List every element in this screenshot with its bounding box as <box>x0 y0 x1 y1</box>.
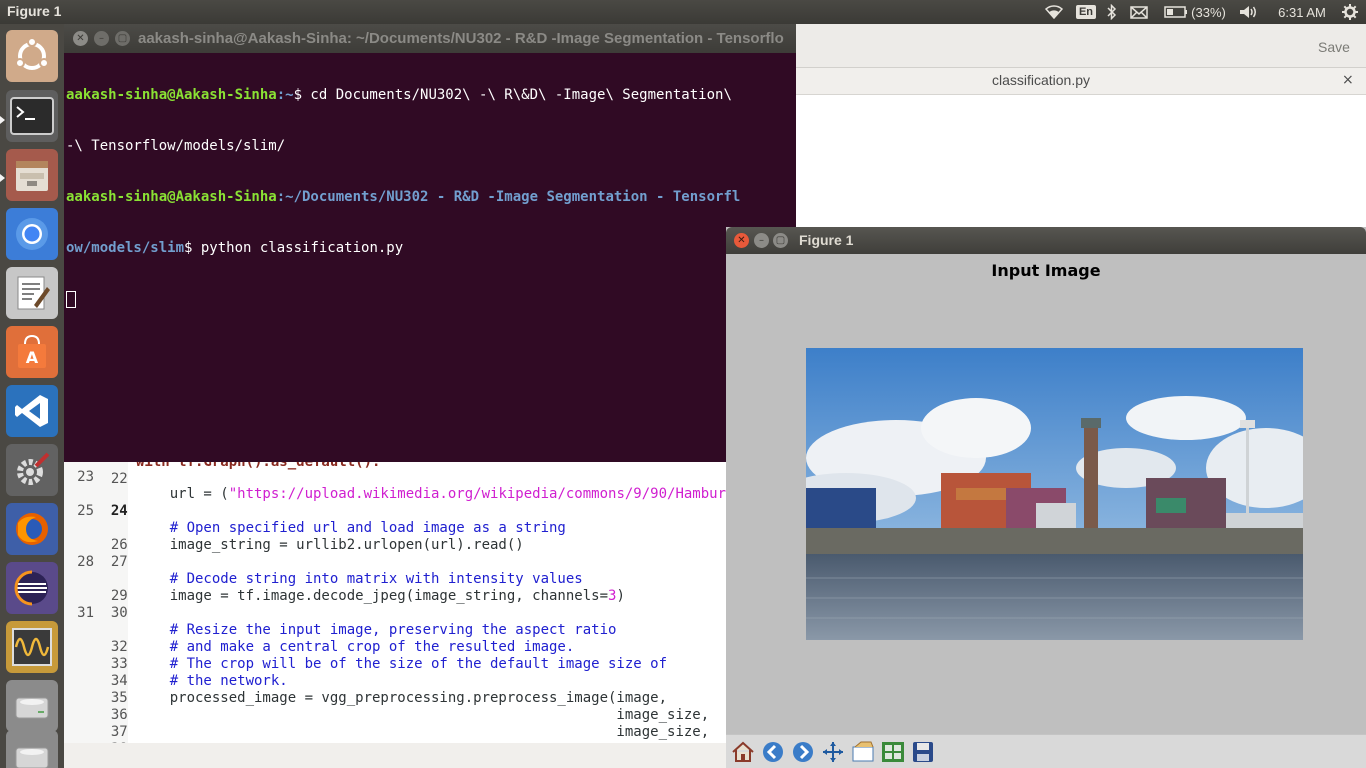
terminal-window[interactable]: ✕ – ▢ aakash-sinha@Aakash-Sinha: ~/Docum… <box>64 24 796 462</box>
code-line: 26 # Open specified url and load image a… <box>110 520 566 553</box>
code-comment: # Open specified url and load image as a… <box>136 520 566 536</box>
code-text: image_size, <box>136 724 710 740</box>
settings-icon[interactable] <box>6 444 58 496</box>
minimize-icon[interactable]: – <box>754 233 769 248</box>
terminal-cursor <box>66 291 76 308</box>
code-comment: # The crop will be of the size of the de… <box>136 656 668 672</box>
code-line: 38 image_size, <box>64 724 709 743</box>
running-indicator <box>0 174 5 182</box>
firefox-icon[interactable] <box>6 503 58 555</box>
code-line: 33 # and make a central crop of the resu… <box>110 639 575 672</box>
code-line: 37 image_size, <box>110 707 710 740</box>
terminal-title: aakash-sinha@Aakash-Sinha: ~/Documents/N… <box>138 30 784 47</box>
harbor-photo <box>806 348 1303 640</box>
terminal-prompt-line <box>66 291 794 308</box>
code-text: with tf.Graph().as_default(): <box>136 462 381 470</box>
editor-statusbar <box>64 743 726 768</box>
terminal-output[interactable]: aakash-sinha@Aakash-Sinha:~$ cd Document… <box>66 53 794 342</box>
keyboard-indicator[interactable]: En <box>1075 0 1097 24</box>
code-line: 25 <box>77 503 94 519</box>
launcher: A <box>0 24 64 768</box>
terminal-line: ow/models/slim$ python classification.py <box>66 240 404 256</box>
gear-icon[interactable] <box>1338 0 1362 24</box>
svg-text:A: A <box>26 348 39 367</box>
forward-icon[interactable] <box>789 739 817 765</box>
battery-icon <box>1164 6 1188 18</box>
tab-classification-py[interactable]: classification.py <box>796 72 1286 88</box>
software-center-icon[interactable]: A <box>6 326 58 378</box>
code-line: 36 processed_image = vgg_preprocessing.p… <box>110 690 668 723</box>
back-icon[interactable] <box>759 739 787 765</box>
bluetooth-icon[interactable] <box>1103 0 1121 24</box>
text-editor-icon[interactable] <box>6 267 58 319</box>
terminal-icon[interactable] <box>6 90 58 142</box>
code-line: 23 <box>77 469 94 485</box>
battery-percentage: (33%) <box>1191 4 1226 20</box>
home-icon[interactable] <box>729 739 757 765</box>
code-comment: # and make a central crop of the resulte… <box>136 639 575 655</box>
eclipse-icon[interactable] <box>6 562 58 614</box>
chromium-icon[interactable] <box>6 208 58 260</box>
running-indicator <box>0 116 5 124</box>
close-icon[interactable]: ✕ <box>734 233 749 248</box>
mail-icon[interactable] <box>1127 0 1151 24</box>
battery-indicator[interactable]: (33%) <box>1160 0 1230 24</box>
files-icon[interactable] <box>6 149 58 201</box>
code-editor[interactable]: 22 with tf.Graph().as_default(): 23 24 ur… <box>64 462 726 743</box>
code-line: 32 # Resize the input image, preserving … <box>110 622 617 655</box>
save-icon[interactable] <box>909 739 937 765</box>
code-line: 28 <box>77 554 94 570</box>
code-line: 35 # the network. <box>110 673 288 706</box>
close-icon[interactable]: ✕ <box>73 31 88 46</box>
code-text: image = tf.image.decode_jpeg(image_strin… <box>136 588 609 604</box>
ubuntu-icon[interactable] <box>6 30 58 82</box>
vscode-icon[interactable] <box>6 385 58 437</box>
code-line: 34 # The crop will be of the size of the… <box>110 656 668 689</box>
code-text: ) <box>616 588 625 604</box>
terminal-line: aakash-sinha@Aakash-Sinha:~/Documents/NU… <box>66 189 741 205</box>
figure-window[interactable]: ✕ – ▢ Figure 1 Input Image <box>726 227 1366 768</box>
volume-icon[interactable] <box>1237 0 1261 24</box>
code-line: 31 <box>77 605 94 621</box>
drive-icon-2[interactable] <box>6 730 58 768</box>
terminal-titlebar[interactable]: ✕ – ▢ aakash-sinha@Aakash-Sinha: ~/Docum… <box>64 24 796 53</box>
code-comment: # the network. <box>136 673 288 689</box>
code-comment: # Resize the input image, preserving the… <box>136 622 617 638</box>
code-text: image_size, <box>136 707 710 723</box>
system-monitor-icon[interactable] <box>6 621 58 673</box>
figure-title: Figure 1 <box>799 232 854 248</box>
wifi-icon[interactable] <box>1042 0 1066 24</box>
code-line: 27 image_string = urllib2.urlopen(url).r… <box>110 537 524 570</box>
keyboard-layout-badge: En <box>1075 5 1097 19</box>
code-string: "https://upload.wikimedia.org/wikipedia/… <box>228 486 726 502</box>
figure-toolbar <box>726 734 1366 768</box>
maximize-icon[interactable]: ▢ <box>115 31 130 46</box>
subplots-icon[interactable] <box>879 739 907 765</box>
editor-headerbar <box>796 24 1366 68</box>
save-button[interactable]: Save <box>1305 34 1363 60</box>
figure-titlebar[interactable]: ✕ – ▢ Figure 1 <box>726 227 1366 254</box>
zoom-icon[interactable] <box>849 739 877 765</box>
clock[interactable]: 6:31 AM <box>1272 0 1332 24</box>
code-line: 30 image = tf.image.decode_jpeg(image_st… <box>110 588 625 621</box>
terminal-line: aakash-sinha@Aakash-Sinha:~$ cd Document… <box>66 87 732 103</box>
tab-close-icon[interactable]: × <box>1342 72 1354 88</box>
code-text: image_string = urllib2.urlopen(url).read… <box>136 537 524 553</box>
maximize-icon[interactable]: ▢ <box>773 233 788 248</box>
terminal-line: -\ Tensorflow/models/slim/ <box>66 138 286 154</box>
drive-icon[interactable] <box>6 680 58 732</box>
plot-title: Input Image <box>991 261 1101 280</box>
code-line: 29 # Decode string into matrix with inte… <box>110 571 583 604</box>
minimize-icon[interactable]: – <box>94 31 109 46</box>
code-line-current: 24 url = ("https://upload.wikimedia.org/… <box>110 486 726 519</box>
top-panel: Figure 1 En (33%) 6:31 AM <box>0 0 1366 24</box>
code-text: processed_image = vgg_preprocessing.prep… <box>136 690 668 706</box>
active-app-name: Figure 1 <box>7 3 62 19</box>
pan-icon[interactable] <box>819 739 847 765</box>
code-comment: # Decode string into matrix with intensi… <box>136 571 583 587</box>
code-text: url = ( <box>136 486 229 502</box>
